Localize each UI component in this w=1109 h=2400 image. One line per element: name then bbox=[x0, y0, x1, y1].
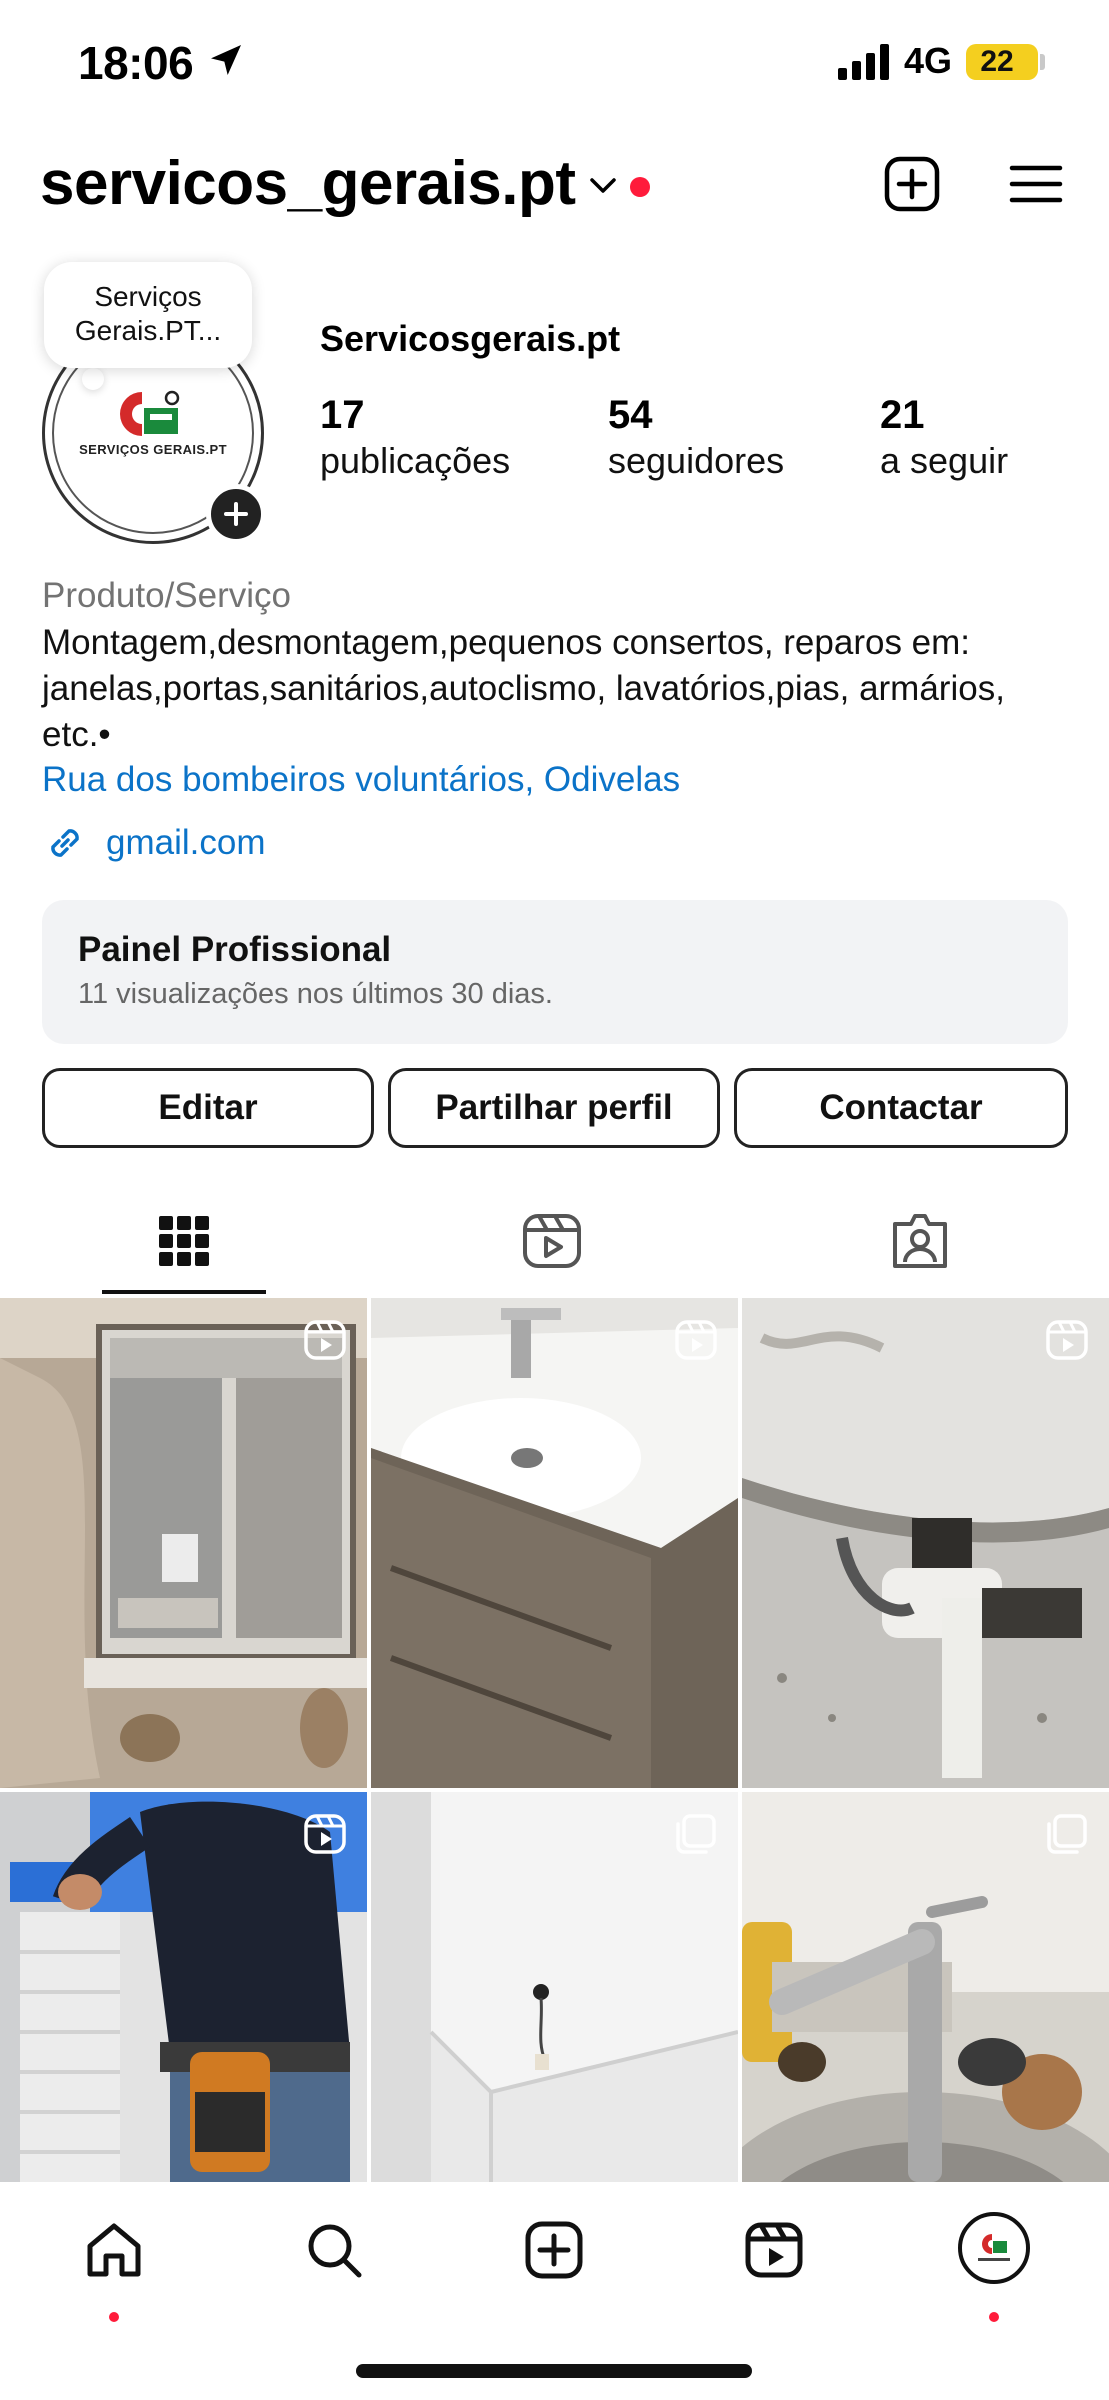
status-bar: 18:06 4G 22 bbox=[0, 0, 1109, 120]
post-thumbnail-window[interactable] bbox=[0, 1298, 367, 1788]
tagged-icon bbox=[893, 1214, 947, 1268]
contact-button[interactable]: Contactar bbox=[734, 1068, 1068, 1148]
reels-icon bbox=[523, 1214, 581, 1268]
network-type: 4G bbox=[904, 40, 953, 81]
post-image bbox=[742, 1298, 1109, 1788]
display-name: Servicosgerais.pt bbox=[320, 318, 621, 359]
nav-search[interactable] bbox=[294, 2210, 374, 2290]
nav-create[interactable] bbox=[514, 2210, 594, 2290]
create-icon bbox=[525, 2221, 583, 2279]
stat-posts[interactable]: 17 publicações bbox=[320, 392, 510, 484]
dashboard-title: Painel Profissional bbox=[78, 930, 392, 969]
battery-icon: 22 bbox=[966, 44, 1038, 80]
multi-photo-icon bbox=[1047, 1814, 1087, 1854]
stat-posts-label: publicações bbox=[320, 440, 511, 481]
stat-followers[interactable]: 54 seguidores bbox=[608, 392, 784, 484]
link-icon bbox=[51, 829, 79, 857]
profile-link[interactable]: gmail.com bbox=[42, 818, 265, 868]
battery-level: 22 bbox=[980, 45, 1014, 78]
menu-button[interactable] bbox=[1004, 152, 1068, 216]
add-story-button[interactable] bbox=[206, 484, 266, 544]
edit-profile-button[interactable]: Editar bbox=[42, 1068, 374, 1148]
stat-following[interactable]: 21 a seguir bbox=[880, 392, 1008, 484]
tab-tagged[interactable] bbox=[820, 1186, 1020, 1296]
profile-address[interactable]: Rua dos bombeiros voluntários, Odivelas bbox=[42, 760, 680, 800]
profile-avatar-icon bbox=[978, 2234, 1010, 2261]
account-switcher-username[interactable]: servicos_gerais.pt bbox=[40, 148, 576, 219]
company-logo-mark bbox=[120, 390, 180, 436]
hamburger-menu-icon bbox=[1009, 165, 1063, 203]
cellular-signal-icon bbox=[838, 44, 889, 80]
reel-badge-icon bbox=[304, 1814, 346, 1854]
active-tab-indicator bbox=[102, 1290, 266, 1294]
profile-link-text: gmail.com bbox=[106, 823, 266, 862]
home-notification-dot bbox=[109, 2312, 119, 2322]
create-post-button[interactable] bbox=[880, 152, 944, 216]
stat-followers-label: seguidores bbox=[608, 440, 785, 481]
home-icon bbox=[87, 2223, 141, 2277]
share-profile-button[interactable]: Partilhar perfil bbox=[388, 1068, 720, 1148]
avatar-logo-text: SERVIÇOS GERAIS.PT bbox=[79, 442, 227, 457]
battery-cap bbox=[1040, 54, 1045, 70]
post-thumbnail-sink-drain[interactable] bbox=[742, 1298, 1109, 1788]
reel-badge-icon bbox=[675, 1320, 717, 1360]
profile-note-bubble[interactable]: Serviços Gerais.PT... bbox=[44, 262, 252, 368]
home-indicator[interactable] bbox=[356, 2364, 752, 2378]
nav-reels[interactable] bbox=[734, 2210, 814, 2290]
nav-profile-avatar[interactable] bbox=[958, 2212, 1030, 2284]
reel-badge-icon bbox=[1046, 1320, 1088, 1360]
search-icon bbox=[308, 2224, 362, 2278]
plus-square-icon bbox=[884, 156, 940, 212]
profile-bio: Montagem,desmontagem,pequenos consertos,… bbox=[42, 623, 1005, 754]
profile-category: Produto/Serviço bbox=[42, 576, 292, 615]
dashboard-subtitle: 11 visualizações nos últimos 30 dias. bbox=[78, 978, 553, 1010]
multi-photo-icon bbox=[676, 1814, 716, 1854]
grid-icon bbox=[159, 1216, 209, 1266]
status-time: 18:06 bbox=[78, 37, 194, 89]
nav-home[interactable] bbox=[74, 2210, 154, 2290]
stat-following-value: 21 bbox=[880, 393, 925, 437]
post-thumbnail-bathroom-sink[interactable] bbox=[371, 1298, 738, 1788]
professional-dashboard-card[interactable]: Painel Profissional 11 visualizações nos… bbox=[42, 900, 1068, 1044]
post-image bbox=[0, 1298, 367, 1788]
reel-badge-icon bbox=[304, 1320, 346, 1360]
post-image bbox=[371, 1298, 738, 1788]
plus-icon bbox=[224, 502, 248, 526]
tab-posts-grid[interactable] bbox=[84, 1186, 284, 1296]
stat-following-label: a seguir bbox=[880, 440, 1009, 481]
stat-followers-value: 54 bbox=[608, 393, 653, 437]
notification-dot bbox=[630, 177, 650, 197]
stat-posts-value: 17 bbox=[320, 393, 365, 437]
reels-icon bbox=[745, 2222, 803, 2278]
location-arrow-icon bbox=[211, 45, 241, 75]
tab-reels[interactable] bbox=[452, 1186, 652, 1296]
note-bubble-tail bbox=[82, 368, 104, 390]
chevron-down-icon[interactable] bbox=[588, 174, 618, 198]
profile-notification-dot bbox=[989, 2312, 999, 2322]
